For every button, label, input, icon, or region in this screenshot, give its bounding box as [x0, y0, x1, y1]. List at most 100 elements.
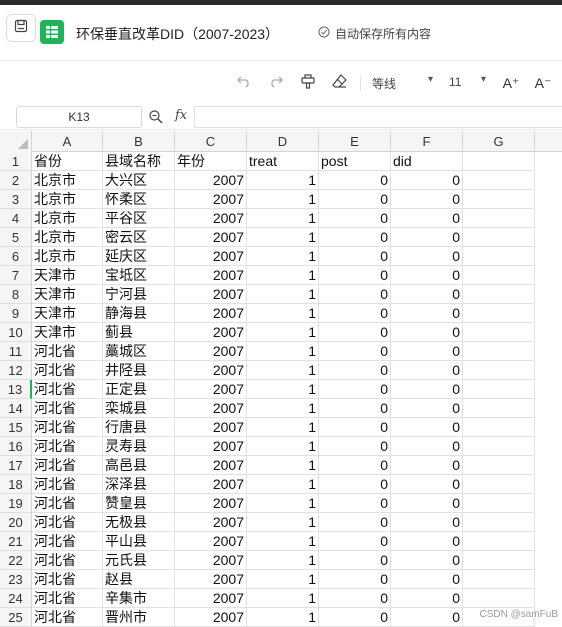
row-header[interactable]: 19 — [0, 494, 32, 513]
table-cell[interactable]: 2007 — [175, 228, 247, 247]
column-header-d[interactable]: D — [247, 131, 319, 152]
table-cell[interactable] — [463, 513, 535, 532]
row-header[interactable]: 17 — [0, 456, 32, 475]
table-cell[interactable]: 2007 — [175, 570, 247, 589]
table-cell[interactable] — [463, 323, 535, 342]
table-cell[interactable]: 井陉县 — [103, 361, 175, 380]
name-box[interactable]: K13 — [16, 106, 142, 128]
table-cell[interactable]: 2007 — [175, 551, 247, 570]
row-header[interactable]: 23 — [0, 570, 32, 589]
table-cell[interactable]: 0 — [319, 266, 391, 285]
table-cell[interactable]: 河北省 — [32, 437, 103, 456]
table-cell[interactable] — [463, 399, 535, 418]
table-cell[interactable]: 2007 — [175, 209, 247, 228]
table-cell[interactable]: 0 — [391, 209, 463, 228]
table-cell[interactable] — [463, 304, 535, 323]
table-cell[interactable]: 2007 — [175, 589, 247, 608]
table-cell[interactable]: 0 — [391, 190, 463, 209]
table-cell[interactable]: 晋州市 — [103, 608, 175, 627]
font-family-dropdown-icon[interactable]: ▾ — [428, 74, 433, 85]
font-size-select[interactable]: 11 — [449, 75, 461, 89]
table-cell[interactable]: 0 — [319, 608, 391, 627]
table-cell[interactable]: 怀柔区 — [103, 190, 175, 209]
table-cell[interactable]: 河北省 — [32, 570, 103, 589]
table-cell[interactable]: 1 — [247, 342, 319, 361]
undo-button[interactable] — [234, 74, 254, 92]
table-cell[interactable]: 1 — [247, 475, 319, 494]
table-cell[interactable] — [463, 361, 535, 380]
table-cell[interactable]: 1 — [247, 437, 319, 456]
column-header-g[interactable]: G — [463, 131, 535, 152]
table-cell[interactable]: 赵县 — [103, 570, 175, 589]
zoom-icon[interactable] — [148, 109, 164, 130]
table-cell[interactable]: 1 — [247, 494, 319, 513]
table-cell[interactable]: 河北省 — [32, 342, 103, 361]
table-cell[interactable]: 2007 — [175, 380, 247, 399]
table-cell[interactable]: post — [319, 152, 391, 171]
table-cell[interactable]: 1 — [247, 190, 319, 209]
table-cell[interactable]: 2007 — [175, 361, 247, 380]
table-cell[interactable]: 2007 — [175, 475, 247, 494]
table-cell[interactable]: 2007 — [175, 494, 247, 513]
table-cell[interactable]: 北京市 — [32, 209, 103, 228]
table-cell[interactable]: 1 — [247, 304, 319, 323]
table-cell[interactable]: 1 — [247, 513, 319, 532]
table-cell[interactable] — [463, 494, 535, 513]
table-cell[interactable]: 0 — [319, 437, 391, 456]
table-cell[interactable]: 2007 — [175, 437, 247, 456]
table-cell[interactable]: 辛集市 — [103, 589, 175, 608]
table-cell[interactable] — [463, 190, 535, 209]
table-cell[interactable]: 1 — [247, 228, 319, 247]
table-cell[interactable]: 元氏县 — [103, 551, 175, 570]
table-cell[interactable]: 1 — [247, 608, 319, 627]
table-cell[interactable]: 1 — [247, 456, 319, 475]
row-header[interactable]: 12 — [0, 361, 32, 380]
column-header-e[interactable]: E — [319, 131, 391, 152]
table-cell[interactable]: 河北省 — [32, 418, 103, 437]
decrease-font-button[interactable]: A⁻ — [532, 74, 554, 92]
table-cell[interactable]: 0 — [319, 399, 391, 418]
save-button[interactable] — [6, 14, 36, 42]
table-cell[interactable]: 2007 — [175, 171, 247, 190]
table-cell[interactable]: 2007 — [175, 247, 247, 266]
table-cell[interactable]: 0 — [391, 475, 463, 494]
table-cell[interactable]: 0 — [319, 589, 391, 608]
table-cell[interactable]: 2007 — [175, 418, 247, 437]
table-cell[interactable]: 0 — [319, 418, 391, 437]
table-cell[interactable]: 0 — [391, 285, 463, 304]
table-cell[interactable]: 赞皇县 — [103, 494, 175, 513]
table-cell[interactable]: 2007 — [175, 456, 247, 475]
row-header[interactable]: 6 — [0, 247, 32, 266]
table-cell[interactable]: 0 — [391, 456, 463, 475]
table-cell[interactable]: 深泽县 — [103, 475, 175, 494]
font-family-select[interactable]: 等线 — [372, 75, 396, 92]
table-cell[interactable]: 河北省 — [32, 608, 103, 627]
row-header[interactable]: 13 — [0, 380, 32, 399]
row-header[interactable]: 7 — [0, 266, 32, 285]
table-cell[interactable]: 0 — [319, 342, 391, 361]
table-cell[interactable]: 0 — [391, 570, 463, 589]
table-cell[interactable]: 1 — [247, 285, 319, 304]
table-cell[interactable]: 栾城县 — [103, 399, 175, 418]
table-cell[interactable] — [463, 570, 535, 589]
table-cell[interactable]: 0 — [391, 608, 463, 627]
table-cell[interactable] — [463, 209, 535, 228]
table-cell[interactable]: 0 — [319, 380, 391, 399]
table-cell[interactable]: did — [391, 152, 463, 171]
row-header[interactable]: 18 — [0, 475, 32, 494]
table-cell[interactable]: 2007 — [175, 304, 247, 323]
table-cell[interactable]: 正定县 — [103, 380, 175, 399]
table-cell[interactable]: 0 — [319, 228, 391, 247]
table-cell[interactable]: 1 — [247, 570, 319, 589]
table-cell[interactable]: 天津市 — [32, 285, 103, 304]
table-cell[interactable] — [463, 456, 535, 475]
table-cell[interactable] — [463, 266, 535, 285]
table-cell[interactable]: 无极县 — [103, 513, 175, 532]
table-cell[interactable]: 天津市 — [32, 323, 103, 342]
table-cell[interactable]: 0 — [391, 437, 463, 456]
table-cell[interactable] — [463, 380, 535, 399]
table-cell[interactable]: 0 — [391, 266, 463, 285]
table-cell[interactable]: 1 — [247, 380, 319, 399]
table-cell[interactable]: 静海县 — [103, 304, 175, 323]
table-cell[interactable]: 0 — [391, 380, 463, 399]
